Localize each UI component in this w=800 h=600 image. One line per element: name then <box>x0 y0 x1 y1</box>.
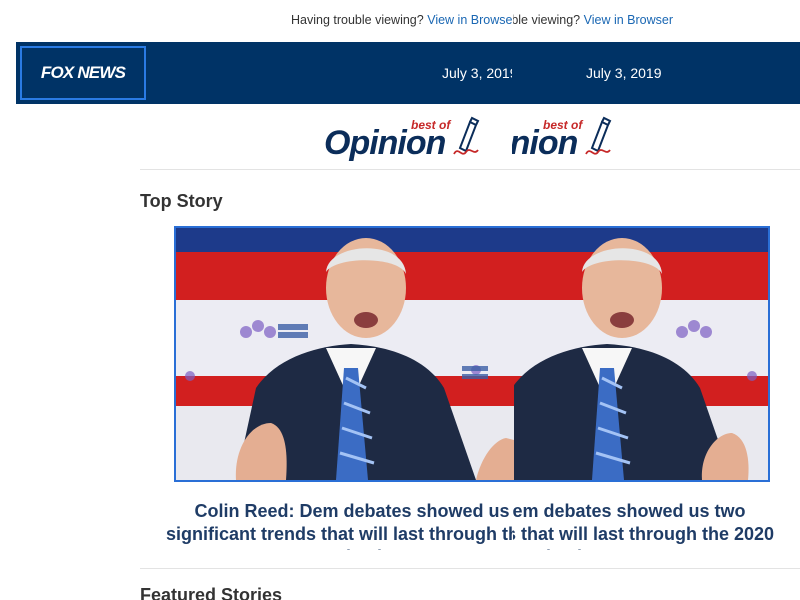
header-bar: FOX NEWS July 3, 2019 July 3, 2019 <box>16 42 800 104</box>
divider <box>140 568 800 569</box>
best-of-opinion-logo-duplicate: best of Opinion <box>512 114 622 166</box>
top-story-image[interactable] <box>174 226 770 482</box>
trouble-viewing-text-duplicate: Having trouble viewing? View in Browser <box>513 13 673 27</box>
header-date: July 3, 2019 <box>442 65 512 81</box>
trouble-viewing-text: Having trouble viewing? View in Browser <box>291 13 513 27</box>
hero-image-right <box>514 228 768 480</box>
top-story-headline-duplicate[interactable]: Colin Reed: Dem debates showed us two si… <box>513 500 800 550</box>
headline-text[interactable]: Colin Reed: Dem debates showed us two si… <box>150 500 513 550</box>
view-in-browser-link[interactable]: View in Browser <box>427 13 513 27</box>
fox-news-logo[interactable]: FOX NEWS <box>20 46 146 100</box>
top-story-heading: Top Story <box>140 191 223 211</box>
opinion-label: Opinion <box>324 124 446 162</box>
debate-photo-duplicate <box>514 228 768 480</box>
divider <box>140 169 800 170</box>
debate-photo <box>176 228 514 480</box>
header-date-duplicate: July 3, 2019 <box>586 65 662 81</box>
trouble-viewing-label: Having trouble viewing? <box>291 13 424 27</box>
opinion-label: Opinion <box>512 124 578 162</box>
logo-text: FOX NEWS <box>40 63 126 82</box>
pen-icon <box>453 116 480 155</box>
top-story-headline[interactable]: Colin Reed: Dem debates showed us two si… <box>150 500 513 550</box>
trouble-viewing-bar: Having trouble viewing? View in Browser … <box>0 0 800 42</box>
trouble-viewing-label: Having trouble viewing? <box>513 13 581 27</box>
pen-icon <box>585 116 612 155</box>
best-of-opinion-logo: best of Opinion <box>322 114 512 166</box>
headline-text[interactable]: Colin Reed: Dem debates showed us two si… <box>513 500 790 550</box>
featured-stories-heading: Featured Stories <box>140 585 283 600</box>
view-in-browser-link[interactable]: View in Browser <box>584 13 673 27</box>
hero-image-left <box>176 228 514 480</box>
